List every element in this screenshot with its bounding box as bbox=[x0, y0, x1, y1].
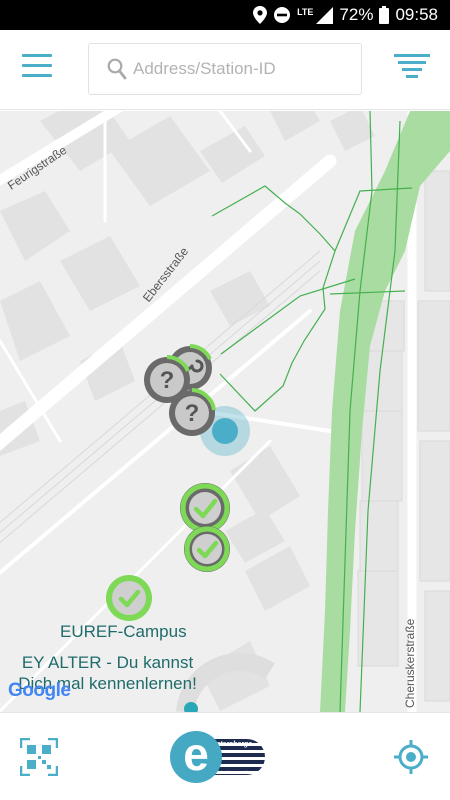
qr-scan-button[interactable] bbox=[19, 737, 59, 777]
clock: 09:58 bbox=[395, 5, 438, 24]
status-bar: LTE 72% 09:58 bbox=[0, 0, 450, 30]
street-label-cheruskerstrasse: Cheruskerstraße bbox=[403, 618, 417, 708]
info-pin-icon[interactable] bbox=[183, 701, 199, 712]
poi-label-euref-campus: EUREF-Campus bbox=[60, 622, 187, 641]
intercharge-logo: intercharge Extend your reach. e bbox=[170, 731, 267, 783]
battery-icon bbox=[379, 6, 390, 24]
station-marker-available[interactable] bbox=[182, 524, 232, 574]
filter-icon bbox=[394, 54, 430, 78]
search-input[interactable] bbox=[133, 56, 353, 82]
location-icon bbox=[253, 6, 268, 24]
map-ad-line-1: EY ALTER - Du kannst bbox=[21, 653, 194, 672]
qr-code-icon bbox=[19, 737, 59, 777]
google-attribution: Google bbox=[8, 680, 71, 701]
lte-label: LTE bbox=[297, 6, 314, 17]
do-not-disturb-icon bbox=[274, 7, 291, 23]
search-icon bbox=[107, 58, 127, 80]
bottom-bar: intercharge Extend your reach. e bbox=[0, 712, 450, 800]
battery-percent: 72% bbox=[339, 5, 374, 24]
my-location-button[interactable] bbox=[393, 739, 429, 775]
logo-e-mark: e bbox=[170, 731, 222, 783]
app-bar bbox=[0, 30, 450, 110]
question-mark-icon: ? bbox=[185, 400, 200, 427]
map-view[interactable]: Feurigstraße Ebersstraße Cheruskerstraße… bbox=[0, 111, 450, 712]
menu-icon bbox=[22, 54, 52, 57]
menu-button[interactable] bbox=[22, 52, 54, 80]
station-marker-available[interactable] bbox=[104, 573, 154, 623]
filter-button[interactable] bbox=[394, 54, 430, 82]
signal-icon bbox=[316, 6, 334, 24]
station-marker-unknown[interactable]: ? bbox=[167, 388, 217, 438]
crosshair-icon bbox=[394, 740, 428, 774]
logo-tagline: Extend your reach. bbox=[216, 769, 250, 774]
search-field[interactable] bbox=[88, 43, 362, 95]
